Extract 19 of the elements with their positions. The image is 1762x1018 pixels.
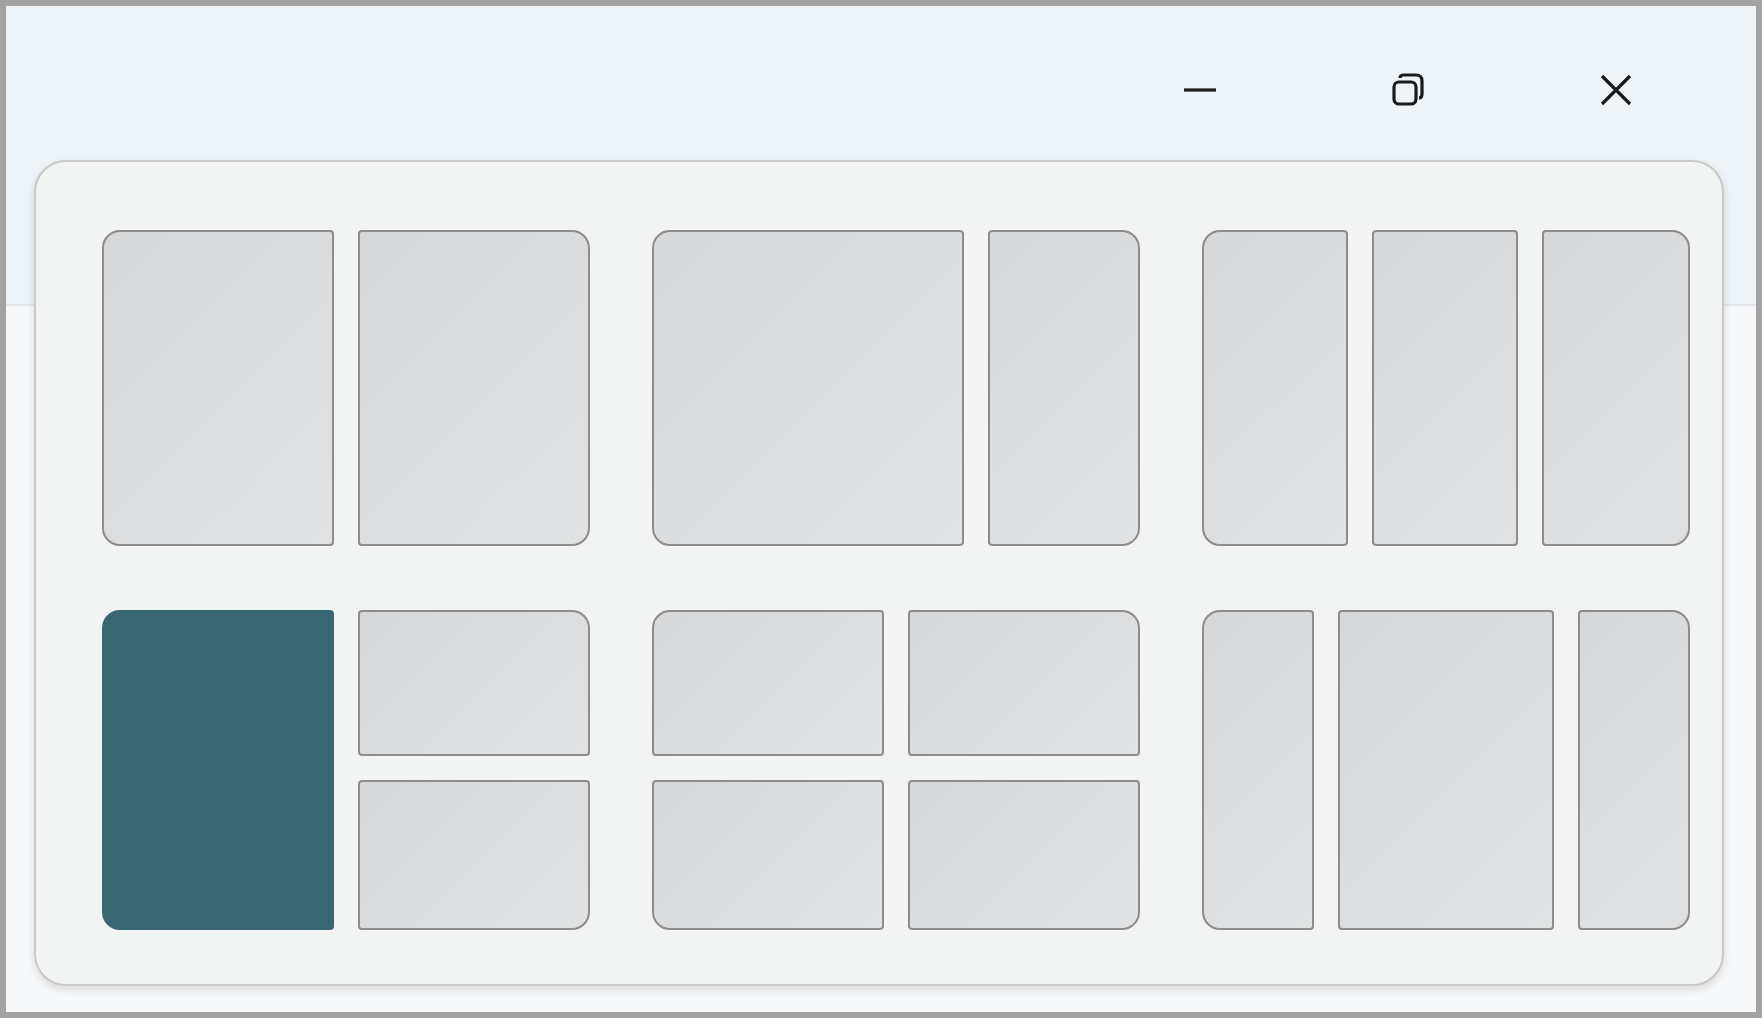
close-icon <box>1596 70 1636 110</box>
snap-zone[interactable] <box>1542 230 1690 546</box>
snap-zone[interactable] <box>358 230 590 546</box>
minimize-icon <box>1184 88 1216 92</box>
snap-zone[interactable] <box>1202 610 1314 930</box>
snap-zone[interactable] <box>1372 230 1518 546</box>
snap-zone[interactable] <box>1338 610 1554 930</box>
restore-icon <box>1388 70 1428 110</box>
snap-zone[interactable] <box>988 230 1140 546</box>
snap-zone[interactable] <box>1202 230 1348 546</box>
snap-zone[interactable] <box>358 780 590 930</box>
snap-zone[interactable] <box>908 610 1140 756</box>
snap-zone[interactable] <box>358 610 590 756</box>
snap-zone[interactable] <box>652 610 884 756</box>
snap-zone[interactable] <box>652 780 884 930</box>
snap-zone[interactable] <box>908 780 1140 930</box>
snap-zone[interactable] <box>102 230 334 546</box>
snap-zone[interactable] <box>652 230 964 546</box>
snap-zone[interactable] <box>1578 610 1690 930</box>
